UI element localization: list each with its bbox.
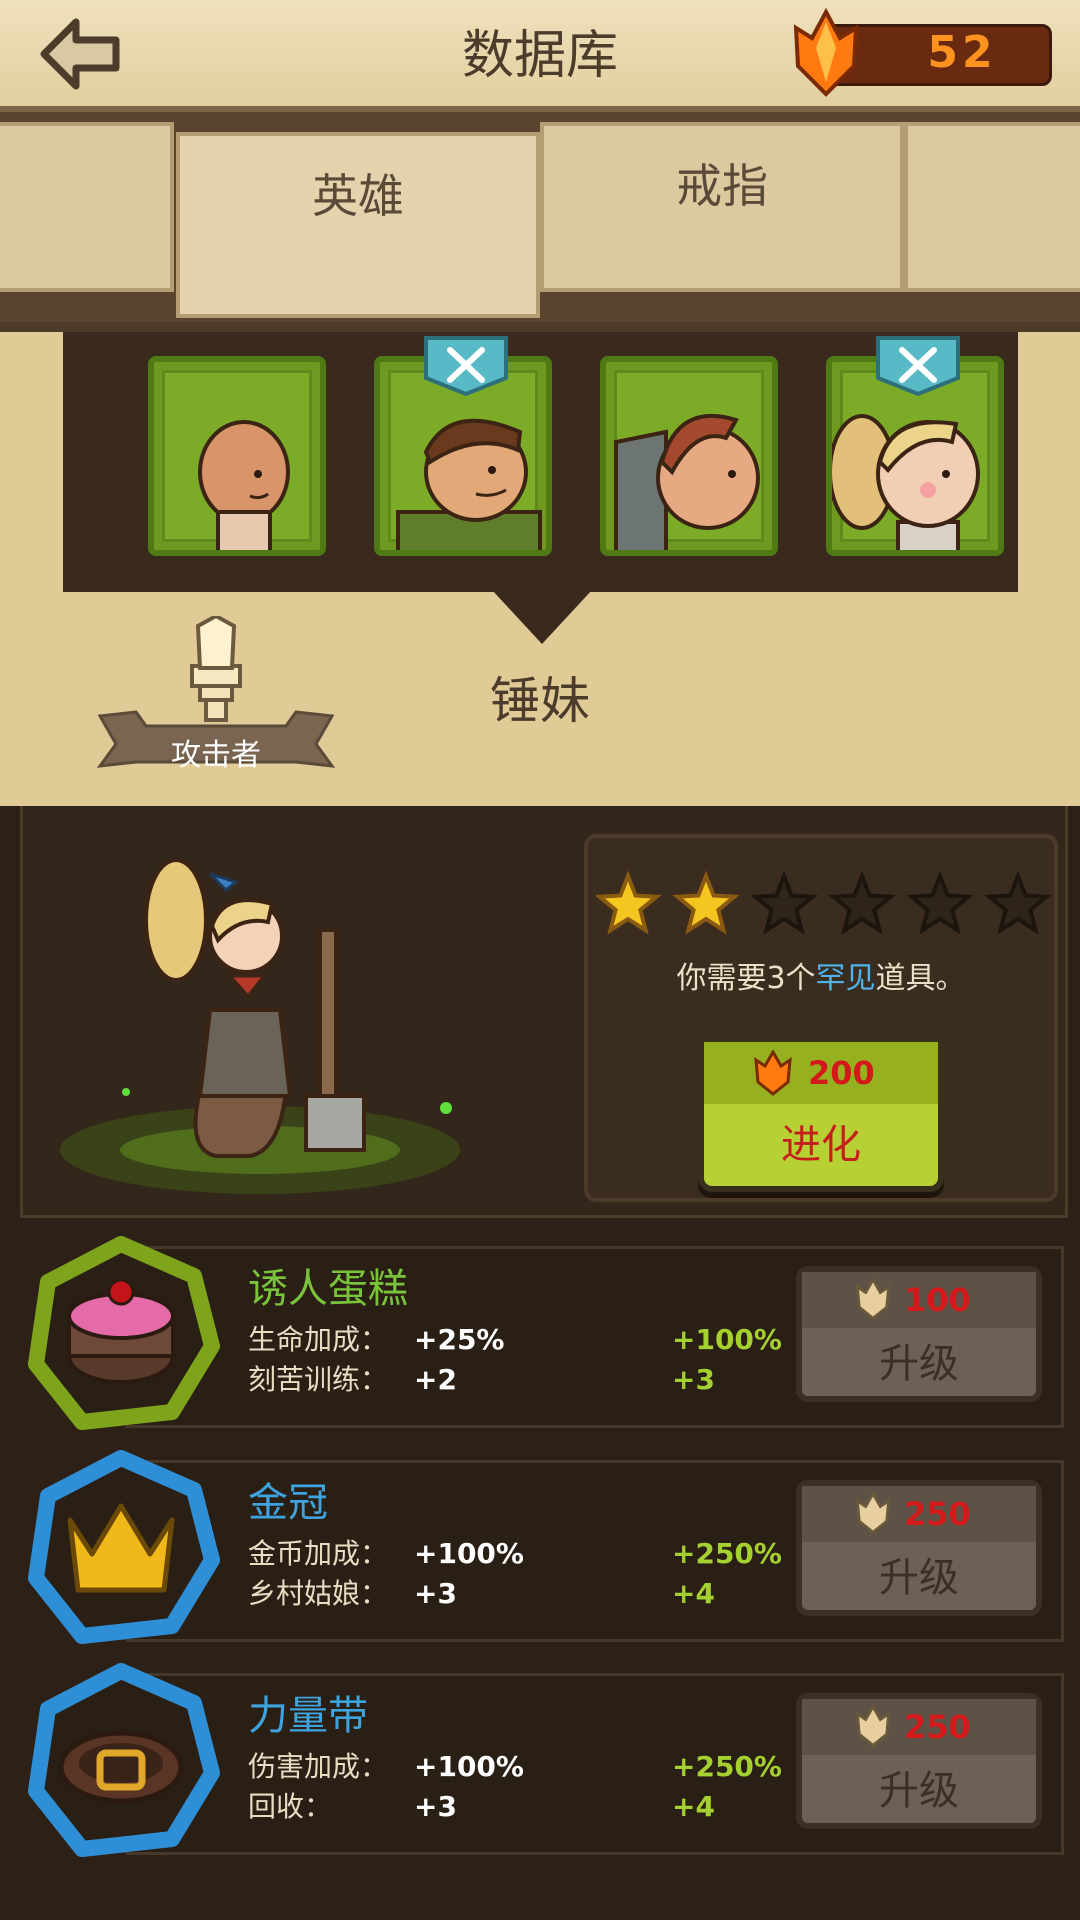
page-title: 数据库 (461, 26, 618, 86)
gem-counter: 52 (792, 8, 1056, 97)
hero-name: 锤妹 (490, 672, 590, 730)
item-stat-next: +250% (672, 1750, 782, 1783)
cake-icon[interactable] (22, 1236, 220, 1434)
crystal-gem-icon (855, 1492, 891, 1534)
item-stat-next: +100% (672, 1323, 782, 1356)
back-button[interactable] (36, 14, 122, 94)
brawler-hero-portrait-icon (614, 413, 760, 550)
upgrade-cost: 100 (904, 1281, 971, 1319)
evolve-button[interactable]: 200 进化 (698, 1036, 944, 1192)
item-stat-next: +4 (672, 1790, 715, 1823)
item-row: 诱人蛋糕生命加成： +25% +100% 刻苦训练： +2 +3 100 升级 (22, 1236, 1064, 1430)
crossed-swords-badge-icon (876, 336, 960, 397)
item-stat-val: +100% (414, 1750, 524, 1783)
star-empty-icon (828, 870, 896, 935)
hammer-girl-figure (60, 860, 460, 1194)
upgrade-button[interactable]: 250 升级 (796, 1693, 1042, 1829)
crystal-gem-icon (754, 1050, 792, 1096)
item-stat-label: 乡村姑娘： (248, 1577, 389, 1610)
star-filled-icon (596, 870, 662, 935)
item-stat-val: +25% (414, 1323, 505, 1356)
upgrade-button[interactable]: 100 升级 (796, 1266, 1042, 1402)
evolve-label: 进化 (781, 1122, 861, 1168)
upgrade-button[interactable]: 250 升级 (796, 1480, 1042, 1616)
item-stat-next: +3 (672, 1363, 715, 1396)
gem-count: 52 (927, 27, 997, 78)
rarity-label: 罕见 (815, 961, 876, 996)
item-stat-val: +100% (414, 1537, 524, 1570)
tab-bar: 英雄 戒指 (0, 112, 1080, 322)
hero-portrait-brawler[interactable] (600, 356, 778, 556)
item-name: 诱人蛋糕 (248, 1266, 408, 1312)
item-stat-label: 刻苦训练： (248, 1363, 389, 1396)
evolve-requirement-text: 你需要3个罕见道具。 (676, 961, 966, 996)
top-bar: 数据库 52 (0, 0, 1080, 112)
star-empty-icon (984, 870, 1052, 935)
tab-rings-label: 戒指 (676, 159, 768, 213)
hero-portrait-monk[interactable] (148, 356, 326, 556)
star-empty-icon (906, 870, 974, 935)
item-stat-val: +3 (414, 1790, 457, 1823)
upgrade-label: 升级 (879, 1768, 959, 1814)
crystal-gem-icon (793, 8, 859, 97)
item-stat-val: +3 (414, 1577, 457, 1610)
upgrade-label: 升级 (879, 1341, 959, 1387)
star-empty-icon (750, 870, 818, 935)
item-stat-val: +2 (414, 1363, 457, 1396)
crystal-gem-icon (855, 1278, 891, 1320)
item-stat-label: 伤害加成： (248, 1750, 389, 1783)
star-filled-icon (672, 870, 740, 935)
upgrade-label: 升级 (879, 1555, 959, 1601)
upgrade-cost: 250 (904, 1708, 971, 1746)
item-stat-next: +250% (672, 1537, 782, 1570)
selection-pointer (492, 590, 592, 644)
tab-heroes[interactable]: 英雄 (176, 132, 540, 318)
bald-hero-portrait-icon (198, 420, 290, 550)
belt-icon[interactable] (22, 1663, 220, 1861)
hero-class-label: 攻击者 (171, 738, 261, 773)
tab-left-partial[interactable] (0, 122, 174, 292)
star-rating (596, 870, 1052, 935)
item-name: 力量带 (248, 1693, 368, 1739)
crystal-gem-icon (855, 1705, 891, 1747)
item-stat-label: 回收： (248, 1790, 333, 1823)
tab-rings[interactable]: 戒指 (540, 122, 904, 292)
evolve-cost: 200 (808, 1054, 875, 1092)
item-name: 金冠 (248, 1480, 328, 1526)
crossed-swords-badge-icon (424, 336, 508, 397)
item-row: 力量带伤害加成： +100% +250% 回收： +3 +4 250 升级 (22, 1663, 1064, 1857)
back-arrow-icon (40, 18, 120, 90)
item-stat-label: 生命加成： (248, 1323, 389, 1356)
upgrade-cost: 250 (904, 1495, 971, 1533)
tab-heroes-label: 英雄 (312, 169, 404, 223)
tab-right-partial[interactable] (904, 122, 1080, 292)
crown-icon[interactable] (22, 1450, 220, 1648)
item-row: 金冠金币加成： +100% +250% 乡村姑娘： +3 +4 250 升级 (22, 1450, 1064, 1644)
item-stat-label: 金币加成： (248, 1537, 389, 1570)
item-stat-next: +4 (672, 1577, 715, 1610)
